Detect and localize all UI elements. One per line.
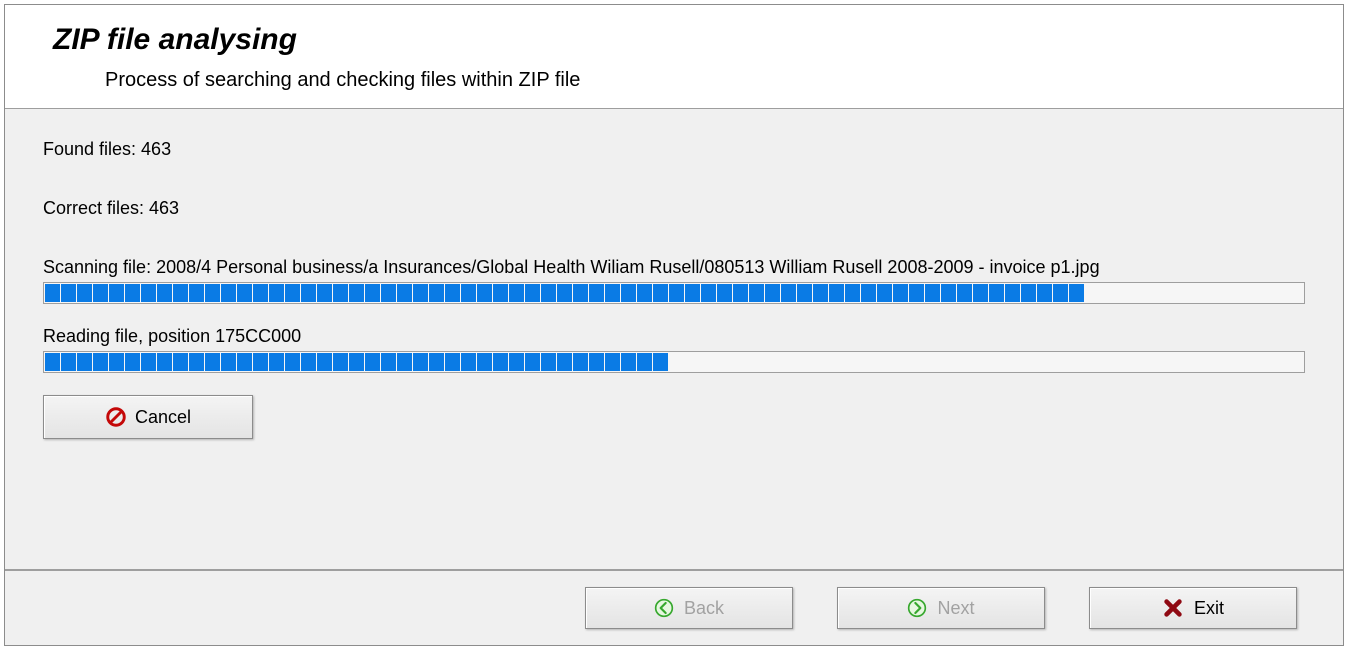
footer: Back Next Exit	[5, 569, 1343, 645]
next-button[interactable]: Next	[837, 587, 1045, 629]
cancel-button-label: Cancel	[135, 407, 191, 428]
cancel-button[interactable]: Cancel	[43, 395, 253, 439]
correct-files-label: Correct files: 463	[43, 198, 1305, 219]
back-button-label: Back	[684, 598, 724, 619]
cancel-icon	[105, 406, 127, 428]
scanning-file-label: Scanning file: 2008/4 Personal business/…	[43, 257, 1305, 278]
reading-position-label: Reading file, position 175CC000	[43, 326, 1305, 347]
exit-button[interactable]: Exit	[1089, 587, 1297, 629]
arrow-right-icon	[907, 598, 927, 618]
wizard-dialog: ZIP file analysing Process of searching …	[4, 4, 1344, 646]
page-subtitle: Process of searching and checking files …	[105, 69, 1343, 92]
arrow-left-icon	[654, 598, 674, 618]
back-button[interactable]: Back	[585, 587, 793, 629]
found-files-label: Found files: 463	[43, 139, 1305, 160]
exit-button-label: Exit	[1194, 598, 1224, 619]
next-button-label: Next	[937, 598, 974, 619]
scanning-progress	[43, 282, 1305, 304]
body: Found files: 463 Correct files: 463 Scan…	[5, 109, 1343, 569]
page-title: ZIP file analysing	[53, 23, 1343, 57]
header: ZIP file analysing Process of searching …	[5, 5, 1343, 108]
close-icon	[1162, 597, 1184, 619]
reading-progress	[43, 351, 1305, 373]
